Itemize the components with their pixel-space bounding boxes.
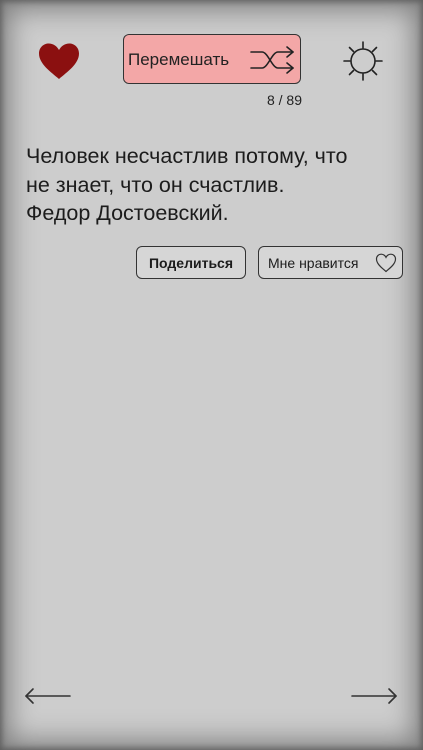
settings-button[interactable] — [343, 41, 383, 81]
previous-quote-button[interactable] — [24, 684, 72, 708]
shuffle-icon — [250, 46, 294, 74]
next-quote-button[interactable] — [350, 684, 398, 708]
quote-counter: 8 / 89 — [266, 92, 302, 108]
share-button[interactable]: Поделиться — [136, 246, 246, 279]
arrow-left-icon — [25, 688, 71, 704]
quote-line: не знает, что он счастлив. — [26, 172, 285, 197]
like-button-label: Мне нравится — [268, 254, 359, 271]
shuffle-button[interactable]: Перемешать — [123, 34, 301, 84]
quote-author: Федор Достоевский. — [26, 201, 229, 225]
favorites-button[interactable] — [37, 42, 81, 80]
shuffle-button-label: Перемешать — [128, 50, 230, 69]
like-button[interactable]: Мне нравится — [258, 246, 403, 279]
sun-gear-icon — [343, 41, 383, 81]
arrow-right-icon — [351, 688, 397, 704]
quote-screen: Перемешать 8 / 89 Человек несчастлив пот… — [0, 0, 423, 750]
heart-filled-icon — [39, 43, 79, 79]
heart-outline-icon — [375, 253, 397, 273]
quote-line: Человек несчастлив потому, что — [26, 144, 348, 168]
quote-text: Человек несчастлив потому, что не знает,… — [26, 142, 406, 228]
share-button-label: Поделиться — [148, 254, 234, 271]
